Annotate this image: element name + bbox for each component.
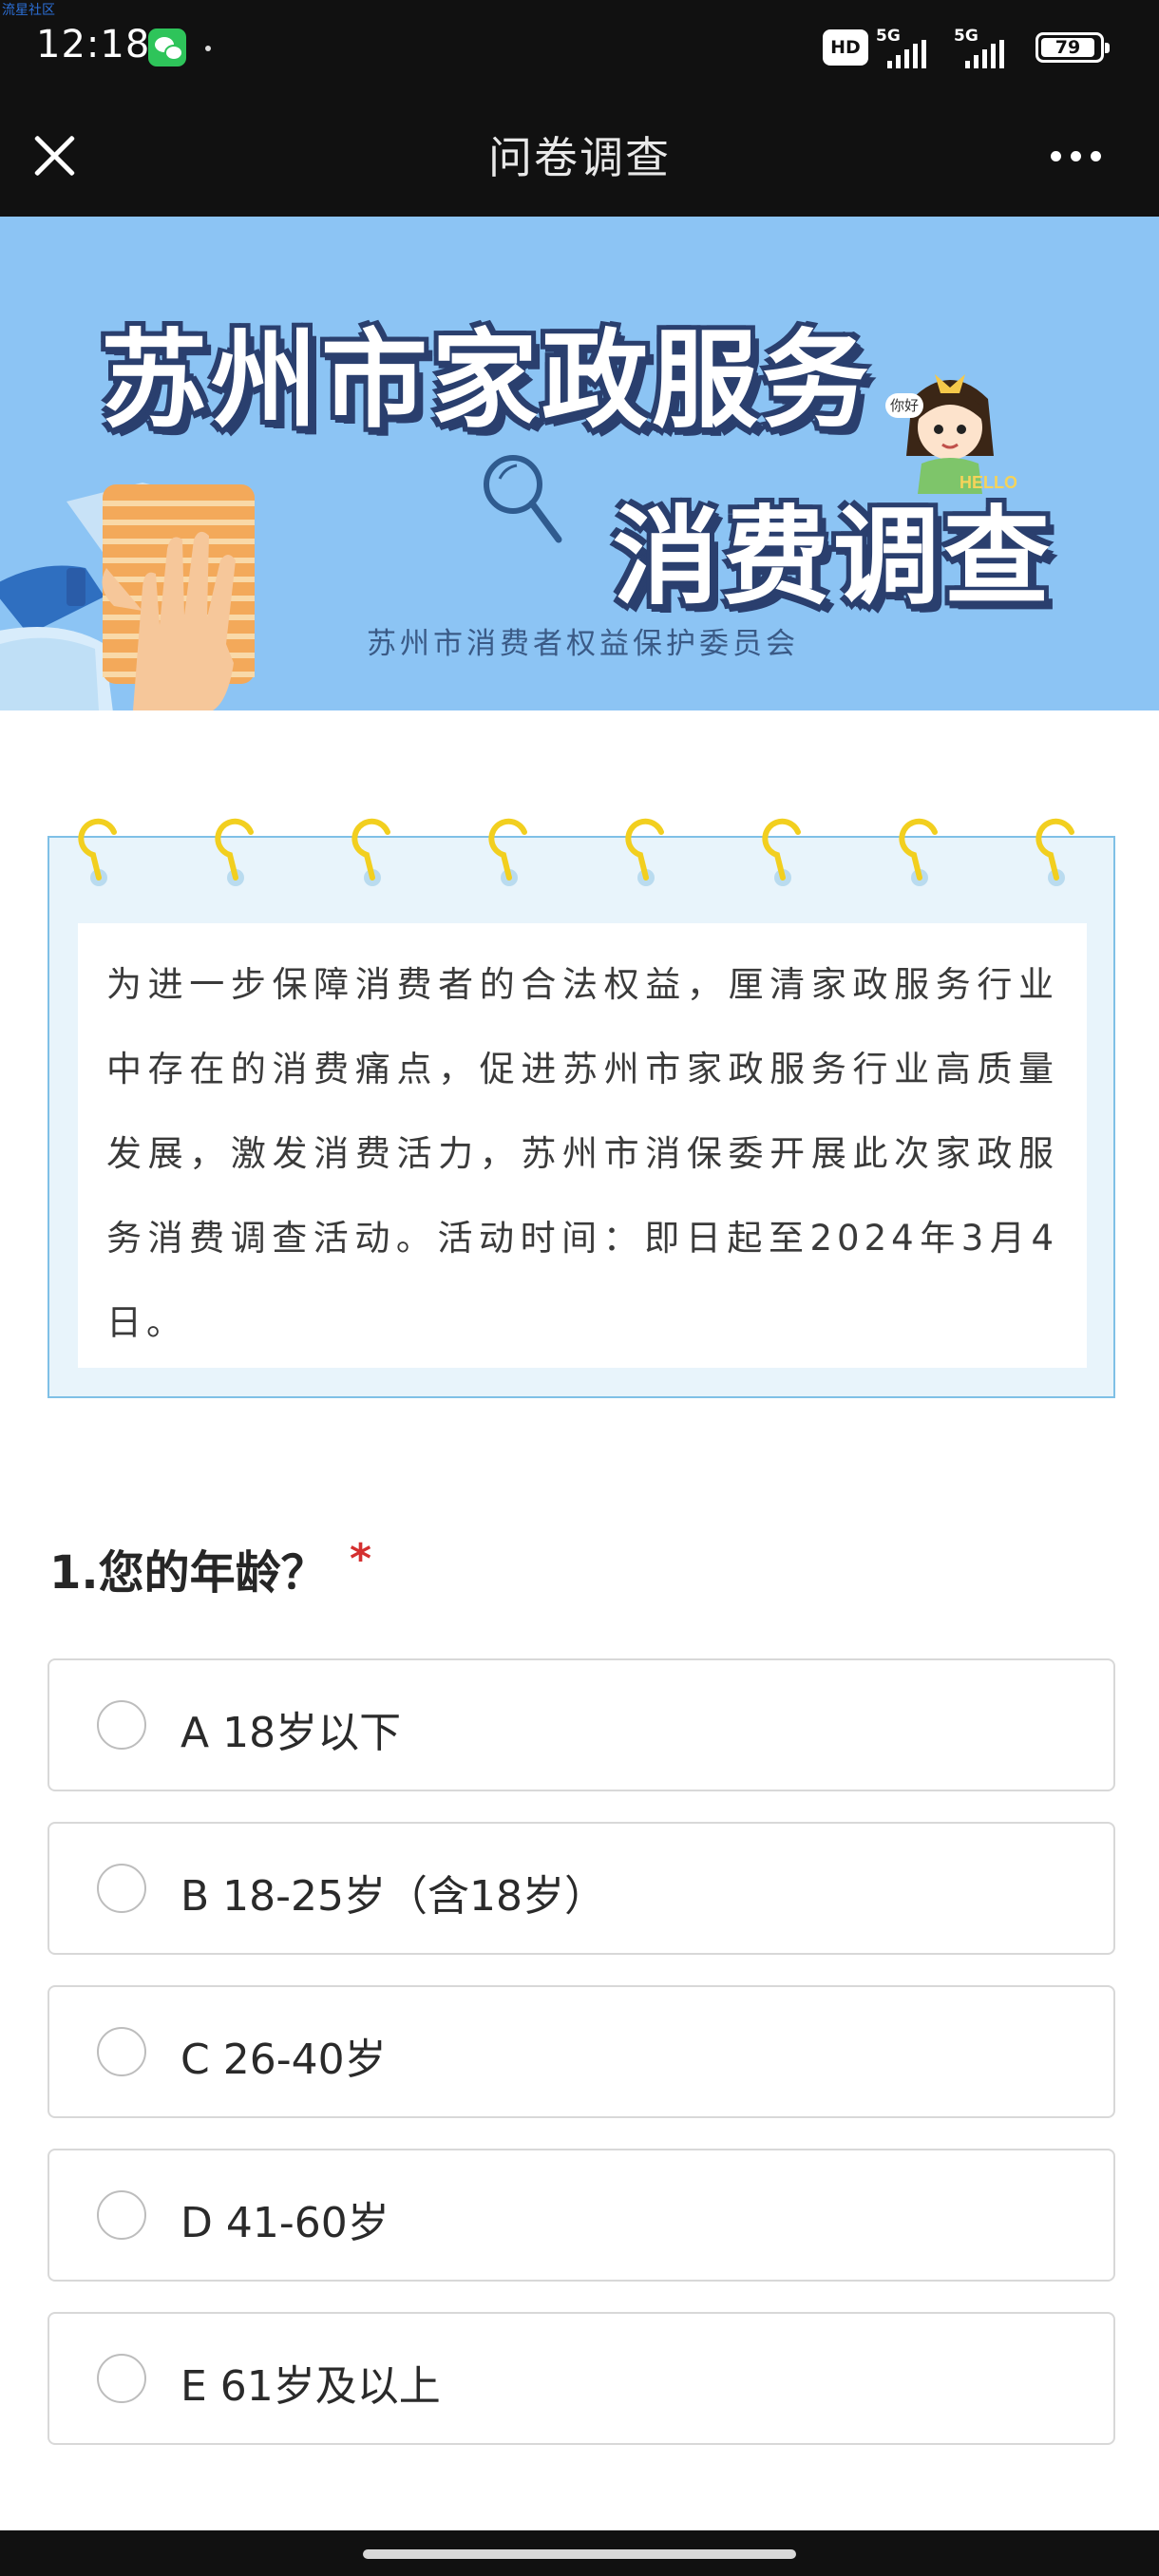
option-b[interactable]: B 18-25岁（含18岁） xyxy=(48,1822,1115,1955)
status-bar: 12:18 HD 5G 5G 79 xyxy=(0,0,1159,95)
option-label: A 18岁以下 xyxy=(180,1709,402,1757)
banner-title-line1: 苏州市家政服务 xyxy=(101,319,872,443)
question-title: 1.您的年龄？ xyxy=(49,1546,327,1600)
magnifier-icon xyxy=(484,455,562,543)
watermark: 流星社区 xyxy=(2,3,55,18)
option-label: C 26-40岁 xyxy=(180,2036,387,2084)
mascot-speech-bubble: 你好 xyxy=(885,393,923,418)
radio-icon[interactable] xyxy=(97,2027,146,2076)
hd-voice-icon: HD xyxy=(823,29,868,66)
status-time: 12:18 xyxy=(36,23,151,66)
ring-binder-icon xyxy=(762,818,801,886)
battery-icon: 79 xyxy=(1036,32,1110,63)
wechat-notification-icon xyxy=(148,28,186,66)
option-e[interactable]: E 61岁及以上 xyxy=(48,2312,1115,2445)
option-c[interactable]: C 26-40岁 xyxy=(48,1985,1115,2118)
ring-binder-icon xyxy=(215,818,254,886)
ring-binder-icon xyxy=(1036,818,1074,886)
gesture-bar xyxy=(0,2530,1159,2576)
page-title: 问卷调查 xyxy=(488,132,671,183)
more-options-icon[interactable] xyxy=(1051,144,1112,167)
banner-title-line2: 消费调查 xyxy=(613,496,1054,619)
option-label: E 61岁及以上 xyxy=(180,2362,441,2411)
cleaning-illustration xyxy=(0,483,255,710)
radio-icon[interactable] xyxy=(97,1864,146,1913)
ring-binder-icon xyxy=(352,818,390,886)
battery-level: 79 xyxy=(1041,38,1094,57)
nav-bar: 问卷调查 xyxy=(0,95,1159,217)
notification-dot-icon xyxy=(205,46,211,51)
survey-banner: 苏州市家政服务 HELLO 你好 消费调查 苏州市消费者权益保护委员会 xyxy=(0,217,1159,710)
option-d[interactable]: D 41-60岁 xyxy=(48,2149,1115,2282)
ring-binder-icon xyxy=(625,818,664,886)
banner-organization: 苏州市消费者权益保护委员会 xyxy=(367,627,799,661)
option-label: B 18-25岁（含18岁） xyxy=(180,1872,607,1921)
ring-binder-icon xyxy=(78,818,117,886)
option-label: D 41-60岁 xyxy=(180,2199,390,2247)
radio-icon[interactable] xyxy=(97,1700,146,1750)
ring-binder-icon xyxy=(488,818,527,886)
signal-strength-icon-2: 5G xyxy=(954,27,1026,68)
required-marker: * xyxy=(350,1535,372,1583)
intro-notebook: 为进一步保障消费者的合法权益，厘清家政服务行业中存在的消费痛点，促进苏州市家政服… xyxy=(48,818,1115,1398)
ring-binder-icon xyxy=(899,818,938,886)
radio-icon[interactable] xyxy=(97,2190,146,2240)
radio-icon[interactable] xyxy=(97,2354,146,2403)
intro-text: 为进一步保障消费者的合法权益，厘清家政服务行业中存在的消费痛点，促进苏州市家政服… xyxy=(106,964,1058,1343)
option-a[interactable]: A 18岁以下 xyxy=(48,1658,1115,1791)
signal-strength-icon: 5G xyxy=(876,27,942,68)
home-indicator[interactable] xyxy=(363,2549,796,2559)
